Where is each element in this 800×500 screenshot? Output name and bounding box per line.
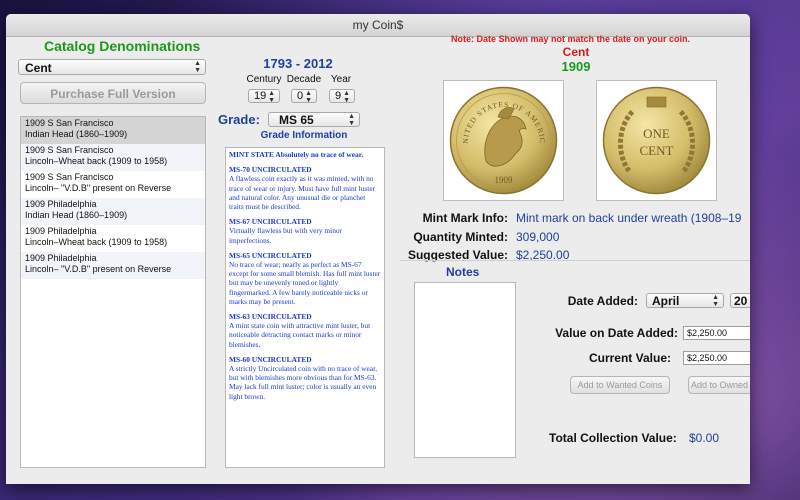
- grade-entry-body: A strictly Uncirculated coin with no tra…: [229, 364, 378, 401]
- list-item-line2: Lincoln–Wheat back (1909 to 1958): [25, 156, 168, 166]
- total-collection-label: Total Collection Value:: [549, 431, 677, 445]
- grade-entry-heading: MS-63 UNCIRCULATED: [229, 312, 312, 322]
- current-value-label: Current Value:: [588, 351, 671, 365]
- notes-title: Notes: [446, 265, 480, 279]
- list-item-line2: Lincoln–Wheat back (1909 to 1958): [25, 237, 168, 247]
- century-label: Century: [246, 74, 282, 85]
- coin-obverse-image: UNITED STATES OF AMERICA 1909: [446, 83, 558, 195]
- date-year-value: 20: [734, 294, 748, 308]
- grade-label: Grade:: [218, 112, 260, 127]
- grade-entry-heading: MS-65 UNCIRCULATED: [229, 250, 312, 260]
- decade-label: Decade: [286, 74, 322, 85]
- catalog-title: Catalog Denominations: [44, 38, 201, 54]
- value-on-date-label: Value on Date Added:: [555, 326, 678, 340]
- century-value: 19: [254, 90, 267, 102]
- app-window: my Coin$ Catalog Denominations Cent ▲ ▼ P…: [6, 14, 750, 484]
- list-item[interactable]: 1909 S San Francisco Lincoln–Wheat back …: [21, 144, 205, 171]
- month-select-value: April: [652, 294, 680, 308]
- stepper-arrows-icon: ▲ ▼: [268, 90, 275, 104]
- grade-select-value: MS 65: [279, 113, 314, 127]
- list-item-line2: Lincoln– "V.D.B" present on Reverse: [25, 183, 172, 193]
- year-value: 9: [335, 90, 342, 102]
- list-item[interactable]: 1909 S San Francisco Indian Head (1860–1…: [21, 117, 205, 144]
- decade-stepper[interactable]: 0 ▲ ▼: [291, 89, 317, 104]
- list-item[interactable]: 1909 Philadelphia Lincoln– "V.D.B" prese…: [21, 252, 205, 279]
- year-label: Year: [330, 74, 352, 85]
- grade-entry-body: No trace of wear; nearly as perfect as M…: [229, 260, 381, 306]
- year-stepper[interactable]: 9 ▲ ▼: [329, 89, 355, 104]
- decade-value: 0: [297, 90, 304, 102]
- denomination-select[interactable]: Cent ▲ ▼: [18, 59, 206, 75]
- select-arrows-icon: ▲ ▼: [712, 294, 719, 308]
- select-arrows-icon: ▲ ▼: [348, 113, 355, 127]
- reverse-image-frame: ONE CENT: [596, 80, 717, 201]
- value-on-date-field[interactable]: $2,250.00: [683, 326, 750, 340]
- purchase-full-version-button[interactable]: Purchase Full Version: [20, 82, 206, 104]
- date-warning: Note: Date Shown may not match the date …: [451, 34, 691, 44]
- quantity-minted-label: Quantity Minted:: [413, 230, 508, 244]
- grade-information-text[interactable]: MINT STATE Absolutely no trace of wear. …: [225, 147, 385, 468]
- century-stepper[interactable]: 19 ▲ ▼: [248, 89, 280, 104]
- grade-entry-heading: MS-60 UNCIRCULATED: [229, 354, 312, 364]
- list-item[interactable]: 1909 Philadelphia Lincoln–Wheat back (19…: [21, 225, 205, 252]
- window-title: my Coin$: [352, 18, 404, 32]
- mint-mark-label: Mint Mark Info:: [422, 211, 508, 225]
- list-item-line1: 1909 S San Francisco: [25, 172, 114, 182]
- date-year-select[interactable]: 20: [730, 293, 750, 308]
- grade-entry-body: A mint state coin with attractive mint l…: [229, 321, 371, 349]
- total-collection-value: $0.00: [689, 431, 720, 445]
- divider: [400, 260, 750, 261]
- quantity-minted-value: 309,000: [516, 230, 560, 244]
- stepper-arrows-icon: ▲ ▼: [305, 90, 312, 104]
- grade-entry-heading: MS-70 UNCIRCULATED: [229, 165, 312, 175]
- reverse-text-cent: CENT: [640, 143, 674, 158]
- denomination-select-value: Cent: [25, 61, 52, 75]
- reverse-text-one: ONE: [643, 126, 670, 141]
- current-value-field[interactable]: $2,250.00: [683, 351, 750, 365]
- month-select[interactable]: April ▲ ▼: [646, 293, 724, 308]
- list-item[interactable]: 1909 S San Francisco Lincoln– "V.D.B" pr…: [21, 171, 205, 198]
- list-item-line2: Indian Head (1860–1909): [25, 210, 128, 220]
- grade-entry-heading: MINT STATE Absolutely no trace of wear.: [229, 150, 364, 159]
- grade-information-title: Grade Information: [260, 130, 348, 141]
- list-item-line1: 1909 Philadelphia: [25, 199, 97, 209]
- add-to-owned-button[interactable]: Add to Owned: [688, 376, 750, 394]
- stepper-arrows-icon: ▲ ▼: [343, 90, 350, 104]
- list-item-line2: Lincoln– "V.D.B" present on Reverse: [25, 264, 172, 274]
- list-item-line1: 1909 S San Francisco: [25, 118, 114, 128]
- grade-entry-body: A flawless coin exactly as it was minted…: [229, 174, 376, 212]
- list-item-line1: 1909 Philadelphia: [25, 226, 97, 236]
- select-arrows-icon: ▲ ▼: [194, 60, 201, 74]
- list-item-line1: 1909 Philadelphia: [25, 253, 97, 263]
- year-range-title: 1793 - 2012: [263, 56, 333, 71]
- obverse-date-text: 1909: [495, 175, 514, 185]
- notes-textarea[interactable]: [414, 282, 516, 458]
- obverse-image-frame: UNITED STATES OF AMERICA 1909: [443, 80, 564, 201]
- list-item-line1: 1909 S San Francisco: [25, 145, 114, 155]
- list-item-line2: Indian Head (1860–1909): [25, 129, 128, 139]
- add-to-wanted-button[interactable]: Add to Wanted Coins: [570, 376, 670, 394]
- mint-mark-value: Mint mark on back under wreath (1908–19: [516, 211, 742, 225]
- denomination-heading: Cent: [562, 45, 590, 59]
- date-added-label: Date Added:: [567, 294, 638, 308]
- grade-entry-heading: MS-67 UNCIRCULATED: [229, 217, 312, 227]
- grade-entry-body: Virtually flawless but with very minor i…: [229, 226, 343, 245]
- coin-list[interactable]: 1909 S San Francisco Indian Head (1860–1…: [20, 116, 206, 468]
- list-item[interactable]: 1909 Philadelphia Indian Head (1860–1909…: [21, 198, 205, 225]
- coin-reverse-image: ONE CENT: [602, 86, 711, 195]
- grade-select[interactable]: MS 65 ▲ ▼: [268, 112, 360, 127]
- year-heading: 1909: [561, 59, 591, 74]
